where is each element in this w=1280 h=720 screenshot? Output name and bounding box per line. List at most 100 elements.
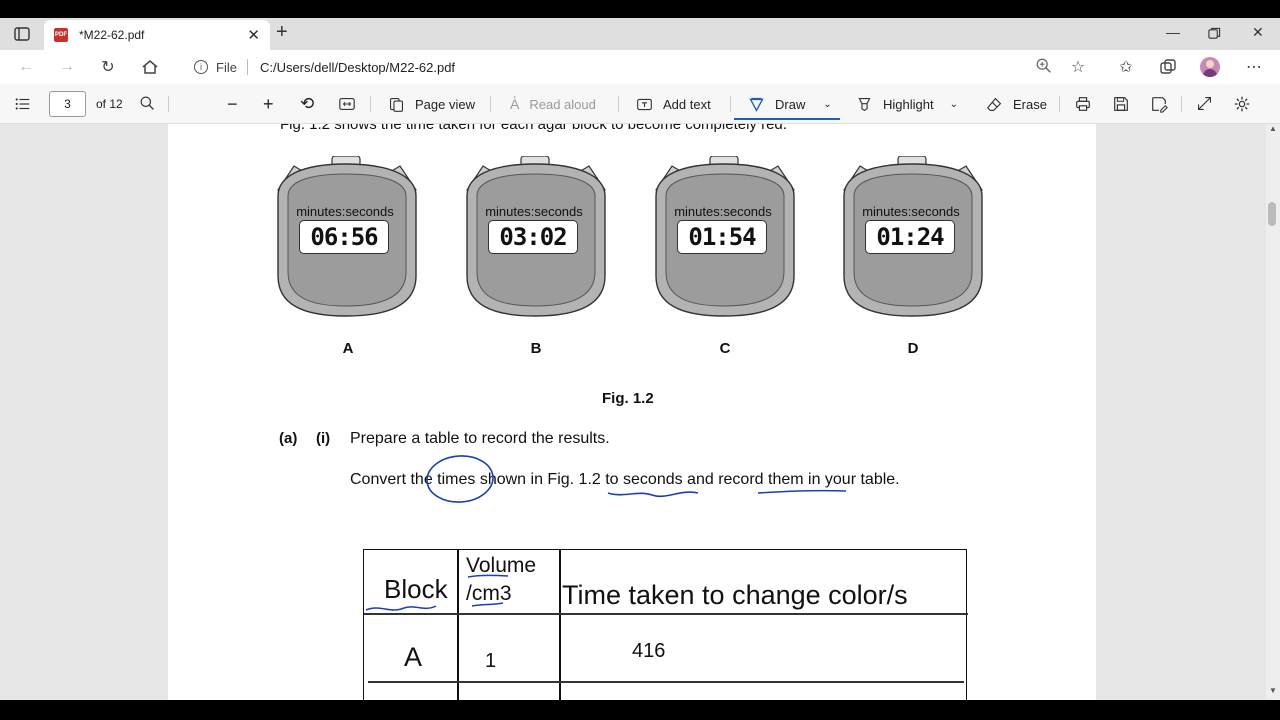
pdf-viewer[interactable]: Fig. 1.2 shows the time taken for each a… <box>0 124 1280 700</box>
tab-actions-icon[interactable] <box>12 24 32 44</box>
table-col-divider <box>457 550 459 700</box>
ink-underline-record <box>757 489 847 494</box>
toolbar-divider <box>618 96 619 112</box>
results-table: Block Volume /cm3 Time taken to change c… <box>363 549 968 700</box>
screen-bottom-border <box>0 700 1280 720</box>
save-icon[interactable] <box>1112 95 1130 113</box>
collections-icon[interactable] <box>1158 57 1178 77</box>
find-icon[interactable] <box>139 95 156 112</box>
favorites-icon[interactable]: ✩ <box>1116 57 1136 77</box>
address-bar[interactable]: i File C:/Users/dell/Desktop/M22-62.pdf <box>178 54 1098 80</box>
current-page: 3 <box>64 97 71 111</box>
url-text: C:/Users/dell/Desktop/M22-62.pdf <box>259 59 456 75</box>
chevron-down-icon[interactable]: ⌄ <box>950 99 958 110</box>
eraser-icon <box>986 97 1002 111</box>
erase-button[interactable]: Erase <box>986 84 1047 124</box>
fit-page-icon[interactable] <box>338 95 356 113</box>
zoom-out-icon[interactable]: − <box>227 84 238 124</box>
add-text-icon <box>637 98 652 110</box>
erase-label: Erase <box>1013 96 1047 112</box>
watch-time: 06:56 <box>299 220 389 254</box>
home-icon[interactable] <box>140 57 160 77</box>
stopwatch-a: minutes:seconds 06:56 <box>272 156 422 318</box>
page-total: of 12 <box>96 97 123 111</box>
partial-heading: Fig. 1.2 shows the time taken for each a… <box>280 124 787 133</box>
header-time: Time taken to change color/s <box>562 580 908 610</box>
close-window-icon[interactable]: ✕ <box>1252 24 1264 41</box>
tab-title: *M22-62.pdf <box>79 28 145 42</box>
add-text-button[interactable]: Add text <box>636 84 711 124</box>
read-aloud-button[interactable]: A͏᷾ Read aloud <box>510 84 596 124</box>
toolbar-divider <box>1059 96 1060 112</box>
toolbar-divider <box>1181 96 1182 112</box>
toolbar-divider <box>490 96 491 112</box>
stopwatch-d: minutes:seconds 01:24 <box>838 156 988 318</box>
highlight-label: Highlight <box>883 96 934 112</box>
tab-strip: PDF *M22-62.pdf ✕ + — ✕ <box>0 18 1280 50</box>
draw-icon <box>749 97 764 112</box>
read-aloud-label: Read aloud <box>529 96 596 112</box>
more-options-icon[interactable]: ⋯ <box>1244 57 1264 77</box>
row-a-volume: 1 <box>485 650 497 672</box>
subpart-label: (i) <box>316 430 331 447</box>
page-number-input[interactable]: 3 <box>49 91 86 117</box>
watch-caption: minutes:seconds <box>674 204 772 219</box>
minimize-icon[interactable]: — <box>1166 24 1180 40</box>
scroll-down-icon[interactable]: ▼ <box>1269 686 1277 695</box>
watch-time: 01:24 <box>865 220 955 254</box>
watch-letter-c: C <box>719 340 731 357</box>
pdf-toolbar: 3 of 12 − + ⟲ Page view A͏᷾ Read aloud A… <box>0 84 1280 124</box>
page-view-icon <box>389 97 404 112</box>
toolbar-divider <box>370 96 371 112</box>
toolbar-divider <box>730 96 731 112</box>
table-col-divider <box>559 550 561 700</box>
table-row-divider <box>364 613 968 615</box>
highlight-button[interactable]: Highlight ⌄ <box>856 84 958 124</box>
zoom-in-icon[interactable]: + <box>263 84 274 124</box>
chevron-down-icon[interactable]: ⌄ <box>823 99 831 110</box>
fullscreen-icon[interactable] <box>1196 95 1213 112</box>
watch-letter-a: A <box>342 340 354 357</box>
instruction-2: Convert the times shown in Fig. 1.2 to s… <box>350 471 900 488</box>
watch-caption: minutes:seconds <box>485 204 583 219</box>
toolbar-divider <box>168 96 169 112</box>
header-block: Block <box>384 574 448 604</box>
contents-icon[interactable] <box>14 95 32 113</box>
print-icon[interactable] <box>1074 95 1092 113</box>
add-favorite-icon[interactable]: ☆ <box>1068 57 1088 77</box>
scrollbar-thumb[interactable] <box>1268 202 1276 226</box>
browser-window: PDF *M22-62.pdf ✕ + — ✕ ← → ↻ i File C:/… <box>0 0 1280 720</box>
watch-time: 03:02 <box>488 220 578 254</box>
save-as-icon[interactable] <box>1150 95 1168 113</box>
highlight-icon <box>858 97 871 111</box>
profile-avatar[interactable] <box>1200 57 1220 77</box>
ink-underline-seconds <box>607 491 699 498</box>
zoom-icon[interactable] <box>1035 57 1053 75</box>
row-a-block: A <box>404 642 423 672</box>
url-scheme-label: File <box>216 59 237 75</box>
rotate-icon[interactable]: ⟲ <box>300 84 314 124</box>
page-view-button[interactable]: Page view <box>388 84 475 124</box>
draw-button[interactable]: Draw ⌄ <box>748 84 832 124</box>
watch-time: 01:54 <box>677 220 767 254</box>
tab-pdf[interactable]: PDF *M22-62.pdf ✕ <box>44 20 270 50</box>
table-row-divider <box>368 681 964 683</box>
scroll-up-icon[interactable]: ▲ <box>1269 124 1277 133</box>
stopwatch-b: minutes:seconds 03:02 <box>461 156 611 318</box>
header-volume-line-1: Volume <box>466 554 537 577</box>
figure-label: Fig. 1.2 <box>602 390 654 407</box>
back-icon[interactable]: ← <box>16 57 36 77</box>
new-tab-icon[interactable]: + <box>276 22 288 42</box>
refresh-icon[interactable]: ↻ <box>98 57 118 77</box>
info-icon[interactable]: i <box>194 60 208 74</box>
pdf-page: Fig. 1.2 shows the time taken for each a… <box>168 124 1096 700</box>
header-volume-line-2: /cm3 <box>466 582 512 605</box>
watch-caption: minutes:seconds <box>862 204 960 219</box>
restore-icon[interactable] <box>1208 27 1221 40</box>
settings-gear-icon[interactable] <box>1233 95 1251 113</box>
page-view-label: Page view <box>415 96 475 112</box>
draw-label: Draw <box>775 96 806 112</box>
close-tab-icon[interactable]: ✕ <box>247 26 260 44</box>
forward-icon[interactable]: → <box>57 57 77 77</box>
url-divider <box>246 59 248 75</box>
